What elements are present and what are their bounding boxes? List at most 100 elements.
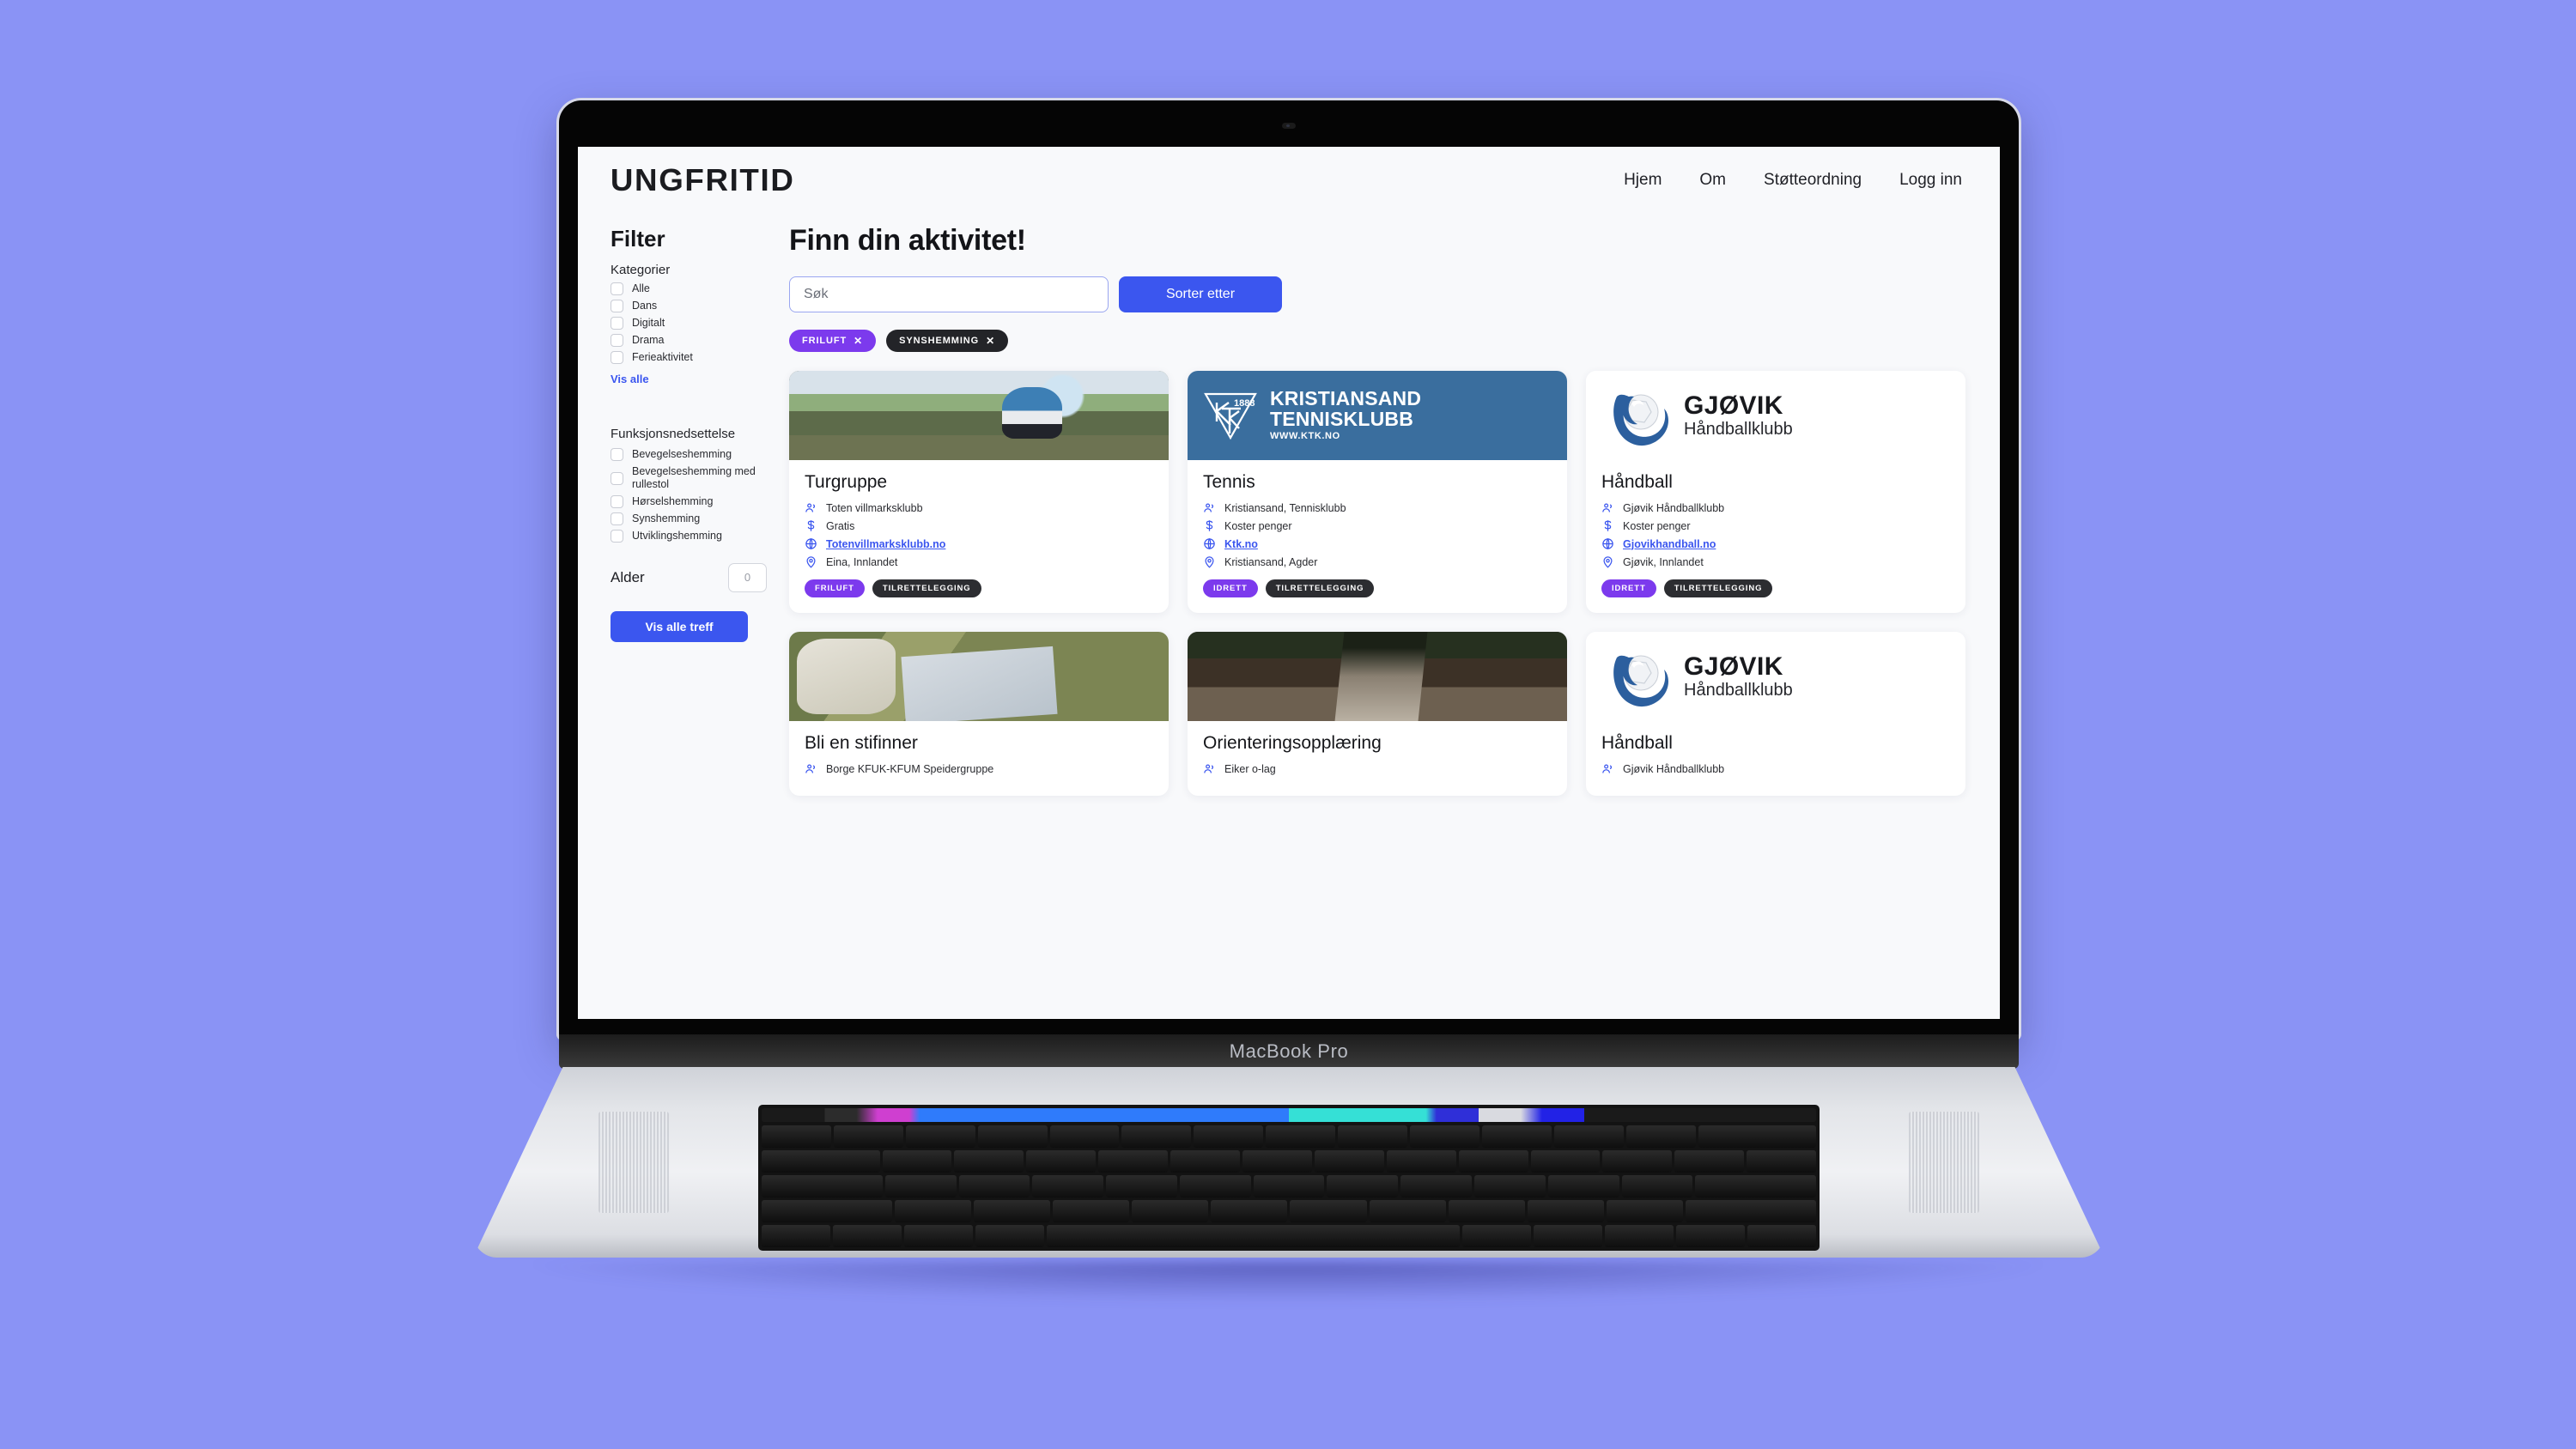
nav-item-stotteordning[interactable]: Støtteordning	[1764, 171, 1862, 190]
checkbox-icon[interactable]	[611, 282, 623, 295]
card-image-gjovik-logo: GJØVIK Håndballklubb	[1586, 632, 1965, 721]
checkbox-icon[interactable]	[611, 351, 623, 364]
category-option-digitalt[interactable]: Digitalt	[611, 317, 772, 330]
activity-card[interactable]: GJØVIK Håndballklubb Håndball Gjøvik Hån…	[1586, 632, 1965, 796]
checkbox-icon[interactable]	[611, 448, 623, 461]
organizer-text: Gjøvik Håndballklubb	[1623, 762, 1725, 775]
laptop-lid-chin: MacBook Pro	[559, 1034, 2019, 1069]
card-tags: IDRETT TILRETTELEGGING	[1601, 579, 1950, 597]
site-logo[interactable]: UNGFRITID	[611, 162, 795, 198]
nav-item-logg-inn[interactable]: Logg inn	[1899, 171, 1962, 190]
disability-label: Bevegelseshemming med rullestol	[632, 465, 756, 490]
svg-text:1888: 1888	[1234, 398, 1255, 409]
gjovik-line-1: GJØVIK	[1684, 391, 1783, 420]
disability-option-synshemming[interactable]: Synshemming	[611, 512, 772, 525]
card-organizer: Toten villmarksklubb	[805, 501, 1153, 514]
activity-card[interactable]: Orienteringsopplæring Eiker o-lag	[1188, 632, 1567, 796]
search-input[interactable]	[789, 276, 1109, 312]
checkbox-icon[interactable]	[611, 300, 623, 312]
ktk-line-3: WWW.KTK.NO	[1270, 431, 1340, 442]
age-input[interactable]: 0	[728, 563, 767, 592]
checkbox-icon[interactable]	[611, 471, 623, 485]
organizer-text: Kristiansand, Tennisklubb	[1224, 501, 1346, 514]
people-icon	[1602, 503, 1612, 512]
card-website[interactable]: Gjovikhandball.no	[1601, 537, 1950, 550]
show-all-results-button[interactable]: Vis alle treff	[611, 611, 748, 642]
activity-card[interactable]: Turgruppe Toten villmarksklubb Gratis To…	[789, 371, 1169, 613]
checkbox-icon[interactable]	[611, 317, 623, 330]
card-website[interactable]: Ktk.no	[1203, 537, 1552, 550]
show-all-categories-link[interactable]: Vis alle	[611, 373, 649, 385]
gjovik-line-1: GJØVIK	[1684, 652, 1783, 681]
checkbox-icon[interactable]	[611, 530, 623, 543]
card-title: Turgruppe	[805, 472, 888, 492]
category-option-dans[interactable]: Dans	[611, 300, 772, 312]
gjovik-line-2: Håndballklubb	[1684, 681, 1793, 700]
website-link[interactable]: Ktk.no	[1224, 538, 1258, 550]
card-body: Håndball Gjøvik Håndballklubb	[1586, 721, 1965, 796]
card-organizer: Eiker o-lag	[1203, 762, 1552, 775]
gjovik-wordmark: GJØVIK Håndballklubb	[1684, 652, 1793, 700]
card-location: Gjøvik, Innlandet	[1601, 555, 1950, 568]
disability-option-bevegelseshemming[interactable]: Bevegelseshemming	[611, 448, 772, 461]
tag-category[interactable]: IDRETT	[1203, 579, 1258, 597]
filter-heading: Filter	[611, 226, 665, 252]
disability-option-horselshemming[interactable]: Hørselshemming	[611, 495, 772, 508]
search-row: Sorter etter	[789, 276, 1965, 312]
globe-icon	[1204, 537, 1215, 550]
globe-icon	[1602, 537, 1613, 550]
card-body: Orienteringsopplæring Eiker o-lag	[1188, 721, 1567, 796]
organizer-text: Gjøvik Håndballklubb	[1623, 501, 1725, 514]
tag-accessibility[interactable]: TILRETTELEGGING	[872, 579, 981, 597]
nav-item-om[interactable]: Om	[1699, 171, 1726, 190]
close-icon[interactable]: ✕	[986, 335, 995, 347]
card-tags: IDRETT TILRETTELEGGING	[1203, 579, 1552, 597]
tag-category[interactable]: FRILUFT	[805, 579, 865, 597]
chip-label: FRILUFT	[802, 336, 848, 346]
nav-item-hjem[interactable]: Hjem	[1624, 171, 1662, 190]
price-text: Gratis	[826, 519, 855, 532]
keyboard-row	[762, 1125, 1817, 1148]
gjovik-wordmark: GJØVIK Håndballklubb	[1684, 391, 1793, 439]
device-label: MacBook Pro	[1229, 1040, 1349, 1062]
filter-chip-synshemming[interactable]: SYNSHEMMING ✕	[886, 330, 1009, 352]
card-website[interactable]: Totenvillmarksklubb.no	[805, 537, 1153, 550]
category-option-drama[interactable]: Drama	[611, 334, 772, 347]
sort-by-button[interactable]: Sorter etter	[1119, 276, 1282, 312]
tag-accessibility[interactable]: TILRETTELEGGING	[1265, 579, 1375, 597]
website-link[interactable]: Gjovikhandball.no	[1623, 538, 1716, 550]
disability-label: Bevegelseshemming	[632, 448, 732, 460]
laptop-mockup: UNGFRITID Hjem Om Støtteordning Logg inn…	[0, 0, 2576, 1449]
card-title: Bli en stifinner	[805, 733, 918, 753]
activity-card[interactable]: GJØVIK Håndballklubb Håndball Gjøvik Hån…	[1586, 371, 1965, 613]
people-icon	[1602, 764, 1612, 773]
price-text: Koster penger	[1224, 519, 1292, 532]
activity-card[interactable]: 1888 KRISTIANSAND TENNISKLUBB WWW.KTK.NO…	[1188, 371, 1567, 613]
card-organizer: Gjøvik Håndballklubb	[1601, 762, 1950, 775]
card-price: Koster penger	[1203, 519, 1552, 532]
card-title: Håndball	[1601, 472, 1673, 492]
activity-card[interactable]: Bli en stifinner Borge KFUK-KFUM Speider…	[789, 632, 1169, 796]
checkbox-icon[interactable]	[611, 495, 623, 508]
site-header: UNGFRITID Hjem Om Støtteordning Logg inn	[578, 147, 2000, 214]
tag-category[interactable]: IDRETT	[1601, 579, 1656, 597]
disability-option-bevegelseshemming-rullestol[interactable]: Bevegelseshemming med rullestol	[611, 465, 772, 491]
map-pin-icon	[1205, 556, 1214, 568]
categories-heading: Kategorier	[611, 263, 671, 277]
touch-bar	[762, 1108, 1816, 1122]
dollar-icon	[807, 520, 815, 531]
checkbox-icon[interactable]	[611, 512, 623, 525]
category-option-alle[interactable]: Alle	[611, 282, 772, 295]
checkbox-icon[interactable]	[611, 334, 623, 347]
website-link[interactable]: Totenvillmarksklubb.no	[826, 538, 945, 550]
category-label: Alle	[632, 282, 650, 294]
category-option-ferieaktivitet[interactable]: Ferieaktivitet	[611, 351, 772, 364]
close-icon[interactable]: ✕	[854, 335, 863, 347]
filter-chip-friluft[interactable]: FRILUFT ✕	[789, 330, 877, 352]
dollar-icon	[1206, 520, 1213, 531]
people-icon	[1204, 503, 1213, 512]
tag-accessibility[interactable]: TILRETTELEGGING	[1663, 579, 1773, 597]
disability-option-utviklingshemming[interactable]: Utviklingshemming	[611, 530, 772, 543]
card-organizer: Gjøvik Håndballklubb	[1601, 501, 1950, 514]
